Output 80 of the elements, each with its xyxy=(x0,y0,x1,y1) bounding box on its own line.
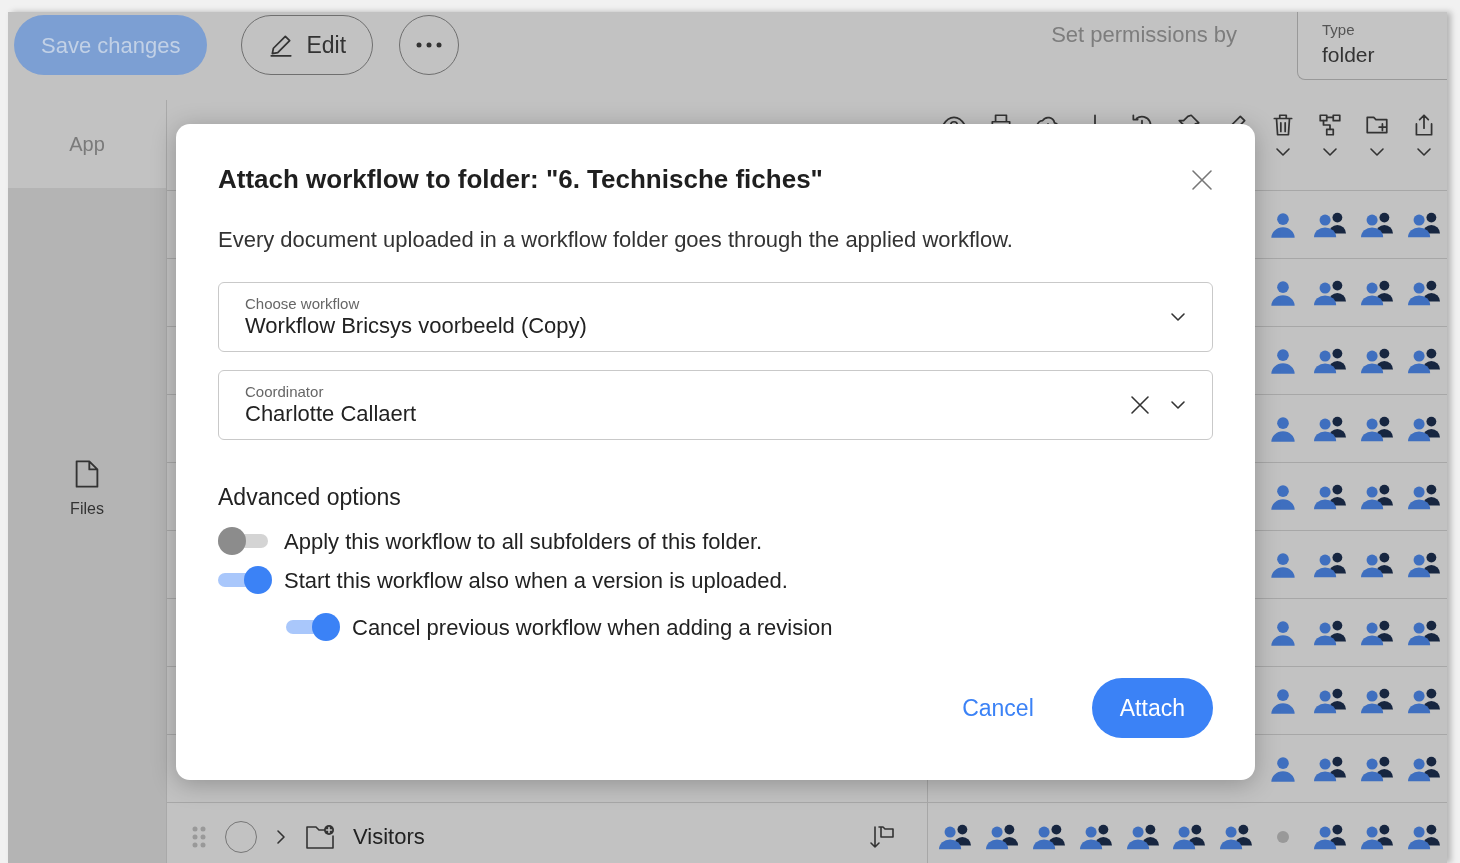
folder-plus-icon xyxy=(305,823,335,850)
chevron-down-icon[interactable] xyxy=(1274,146,1291,158)
group-icon xyxy=(1407,278,1440,307)
group-icon xyxy=(1313,414,1346,443)
group-icon xyxy=(1407,482,1440,511)
chevron-down-icon[interactable] xyxy=(1170,400,1186,411)
group-icon xyxy=(1360,278,1393,307)
option-label: Apply this workflow to all subfolders of this folder. xyxy=(284,527,763,556)
cancel-button[interactable]: Cancel xyxy=(956,689,1040,727)
group-icon xyxy=(1407,346,1440,375)
group-icon xyxy=(1360,210,1393,239)
clear-button[interactable] xyxy=(1130,395,1150,416)
group-icon xyxy=(1220,822,1253,851)
group-icon xyxy=(1360,346,1393,375)
attach-button[interactable]: Attach xyxy=(1091,678,1213,738)
flow-icon[interactable] xyxy=(1316,112,1343,138)
more-icon xyxy=(415,41,444,49)
user-icon xyxy=(1269,278,1298,307)
group-icon xyxy=(1360,822,1393,851)
dialog-description: Every document uploaded in a workflow folder goes through the applied workflow. xyxy=(218,226,1014,255)
group-icon xyxy=(1313,550,1346,579)
sidebar-item[interactable]: Files xyxy=(64,458,110,522)
status-dot xyxy=(1277,830,1290,843)
select-field[interactable]: Coordinator Charlotte Callaert xyxy=(218,370,1213,441)
drag-handle-icon[interactable] xyxy=(191,824,207,849)
group-icon xyxy=(1360,618,1393,647)
group-icon xyxy=(1173,822,1206,851)
section-heading: Advanced options xyxy=(218,483,402,513)
group-icon xyxy=(1360,482,1393,511)
sidebar-header: App xyxy=(69,132,105,157)
select-field[interactable]: Choose workflow Workflow Bricsys voorbeeld (Copy) xyxy=(218,282,1213,353)
group-icon xyxy=(1313,754,1346,783)
group-icon xyxy=(1407,550,1440,579)
group-icon xyxy=(1360,754,1393,783)
group-icon xyxy=(1407,618,1440,647)
group-icon xyxy=(1313,278,1346,307)
option-label: Cancel previous workflow when adding a revision xyxy=(352,613,833,642)
dialog-title: Attach workflow to folder: "6. Technische fiches" xyxy=(218,164,823,196)
toggle-switch[interactable] xyxy=(218,527,268,556)
chevron-down-icon[interactable] xyxy=(1415,146,1432,158)
type-field[interactable]: Type folder xyxy=(1297,12,1447,80)
group-icon xyxy=(1360,550,1393,579)
user-icon xyxy=(1269,550,1298,579)
user-icon xyxy=(1269,482,1298,511)
permissions-label: Set permissions by xyxy=(1051,21,1237,49)
chevron-right-icon[interactable] xyxy=(275,828,287,845)
close-icon xyxy=(1191,168,1213,191)
chevron-down-icon[interactable] xyxy=(1321,146,1338,158)
group-icon xyxy=(1313,618,1346,647)
group-icon xyxy=(1360,414,1393,443)
user-icon xyxy=(1269,346,1298,375)
group-icon xyxy=(1313,210,1346,239)
group-icon xyxy=(1313,686,1346,715)
group-icon xyxy=(1033,822,1066,851)
chevron-down-icon[interactable] xyxy=(1368,146,1385,158)
file-icon xyxy=(74,459,100,489)
group-icon xyxy=(1313,822,1346,851)
group-icon xyxy=(1407,686,1440,715)
group-icon xyxy=(1407,754,1440,783)
group-icon xyxy=(1126,822,1159,851)
group-icon xyxy=(1313,482,1346,511)
option-label: Start this workflow also when a version is uploaded. xyxy=(284,566,788,595)
group-icon xyxy=(939,822,972,851)
folder-name: Visitors xyxy=(353,823,426,851)
more-button[interactable] xyxy=(399,15,460,75)
close-button[interactable] xyxy=(1191,168,1213,191)
user-icon xyxy=(1269,210,1298,239)
group-icon xyxy=(1360,686,1393,715)
chevron-down-icon[interactable] xyxy=(1170,312,1186,323)
user-icon xyxy=(1269,618,1298,647)
close-icon xyxy=(1130,395,1150,416)
group-icon xyxy=(1079,822,1112,851)
user-icon xyxy=(1269,414,1298,443)
group-icon xyxy=(986,822,1019,851)
group-icon xyxy=(1407,822,1440,851)
user-icon xyxy=(1269,754,1298,783)
user-icon xyxy=(1269,686,1298,715)
group-icon xyxy=(1407,414,1440,443)
group-icon xyxy=(1407,210,1440,239)
group-icon xyxy=(1313,346,1346,375)
